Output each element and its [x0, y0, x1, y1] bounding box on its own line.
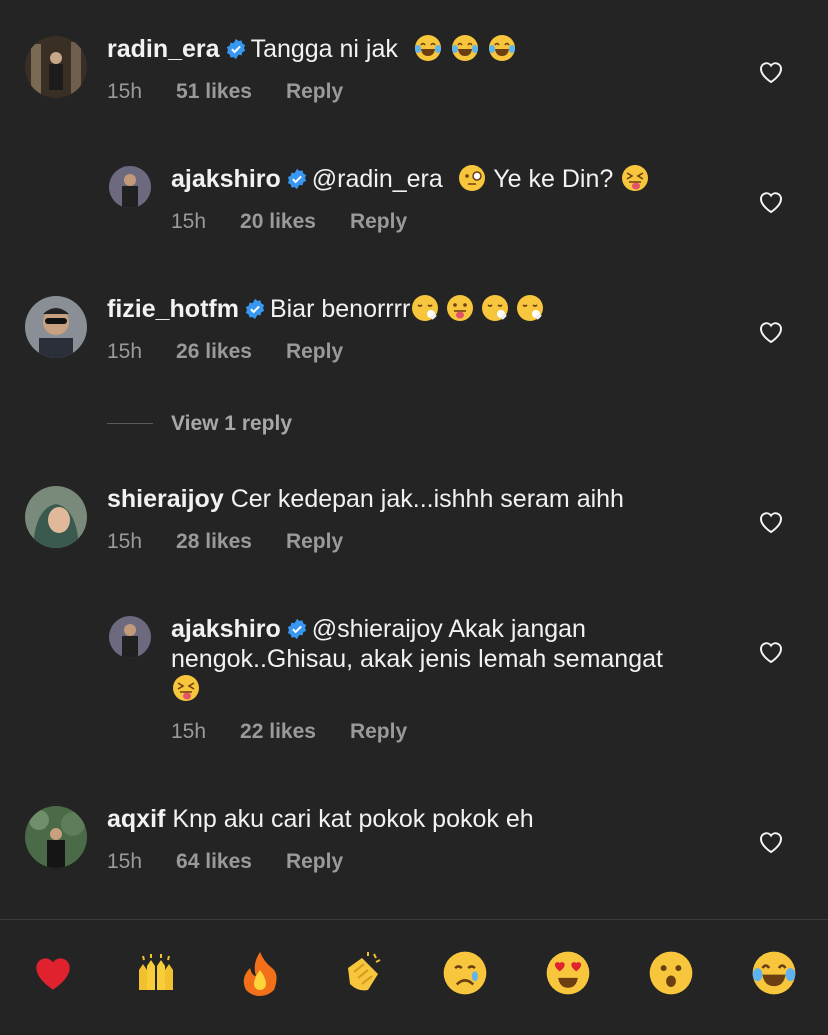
squinting-face-with-tongue-icon: [173, 675, 199, 701]
username[interactable]: fizie_hotfm: [107, 295, 239, 323]
reply-button[interactable]: Reply: [286, 530, 343, 553]
username[interactable]: ajakshiro: [171, 165, 281, 193]
red-heart-icon[interactable]: [30, 950, 76, 996]
timestamp: 15h: [171, 210, 207, 233]
verified-badge-icon: [287, 168, 306, 190]
timestamp: 15h: [171, 720, 207, 743]
reply-button[interactable]: Reply: [286, 80, 343, 103]
username[interactable]: radin_era: [107, 35, 220, 63]
likes-count[interactable]: 26 likes: [176, 340, 252, 363]
smiling-face-with-heart-eyes-icon[interactable]: [545, 950, 591, 996]
reply-button[interactable]: Reply: [350, 210, 407, 233]
comment-text-continued: nengok..Ghisau, akak jenis lemah semanga…: [171, 645, 663, 673]
face-with-tears-of-joy-icon: [414, 35, 441, 61]
crying-face-icon[interactable]: [442, 950, 488, 996]
timestamp: 15h: [107, 530, 143, 553]
fire-icon[interactable]: [237, 950, 283, 996]
comment-text: Knp aku cari kat pokok pokok eh: [172, 805, 534, 833]
verified-badge-icon: [287, 618, 306, 640]
avatar[interactable]: [109, 616, 151, 658]
timestamp: 15h: [107, 340, 143, 363]
username[interactable]: shieraijoy: [107, 485, 224, 513]
username[interactable]: aqxif: [107, 805, 165, 833]
likes-count[interactable]: 51 likes: [176, 80, 252, 103]
avatar[interactable]: [25, 806, 87, 868]
reply-button[interactable]: Reply: [350, 720, 407, 743]
face-exhaling-icon: [482, 295, 509, 321]
likes-count[interactable]: 28 likes: [176, 530, 252, 553]
mention-link[interactable]: @shieraijoy: [312, 615, 443, 643]
view-replies-button[interactable]: View 1 reply: [107, 412, 292, 436]
comment-text: Biar benorrrr: [269, 295, 411, 323]
comment-text: Tangga ni jak: [250, 35, 398, 63]
heart-icon[interactable]: [758, 830, 784, 854]
timestamp: 15h: [107, 850, 143, 873]
comment-text: Akak jangan: [448, 615, 586, 643]
verified-badge-icon: [245, 298, 265, 320]
heart-icon[interactable]: [758, 640, 784, 664]
heart-icon[interactable]: [758, 190, 784, 214]
squinting-face-with-tongue-icon: [622, 165, 649, 191]
avatar[interactable]: [25, 296, 87, 358]
face-with-tears-of-joy-icon[interactable]: [751, 950, 797, 996]
heart-icon[interactable]: [758, 320, 784, 344]
avatar[interactable]: [109, 166, 151, 208]
reply-button[interactable]: Reply: [286, 850, 343, 873]
raising-hands-icon[interactable]: [133, 950, 179, 996]
comment-text: Cer kedepan jak...ishhh seram aihh: [230, 485, 624, 513]
divider: [0, 919, 828, 920]
likes-count[interactable]: 22 likes: [240, 720, 316, 743]
timestamp: 15h: [107, 80, 143, 103]
mention-link[interactable]: @radin_era: [312, 165, 443, 193]
divider: [107, 423, 153, 424]
comment-text: Ye ke Din?: [493, 165, 614, 193]
face-with-tongue-icon: [447, 295, 474, 321]
face-with-open-mouth-icon[interactable]: [648, 950, 694, 996]
face-with-tears-of-joy-icon: [488, 35, 515, 61]
likes-count[interactable]: 64 likes: [176, 850, 252, 873]
face-with-tears-of-joy-icon: [451, 35, 478, 61]
avatar[interactable]: [25, 486, 87, 548]
face-with-monocle-icon: [458, 165, 485, 191]
face-exhaling-icon: [412, 295, 439, 321]
reply-button[interactable]: Reply: [286, 340, 343, 363]
username[interactable]: ajakshiro: [171, 615, 281, 643]
likes-count[interactable]: 20 likes: [240, 210, 316, 233]
heart-icon[interactable]: [758, 510, 784, 534]
heart-icon[interactable]: [758, 60, 784, 84]
face-exhaling-icon: [517, 295, 544, 321]
clapping-hands-icon[interactable]: [340, 950, 386, 996]
verified-badge-icon: [226, 38, 245, 60]
avatar[interactable]: [25, 36, 87, 98]
quick-reaction-bar: [0, 950, 828, 1000]
